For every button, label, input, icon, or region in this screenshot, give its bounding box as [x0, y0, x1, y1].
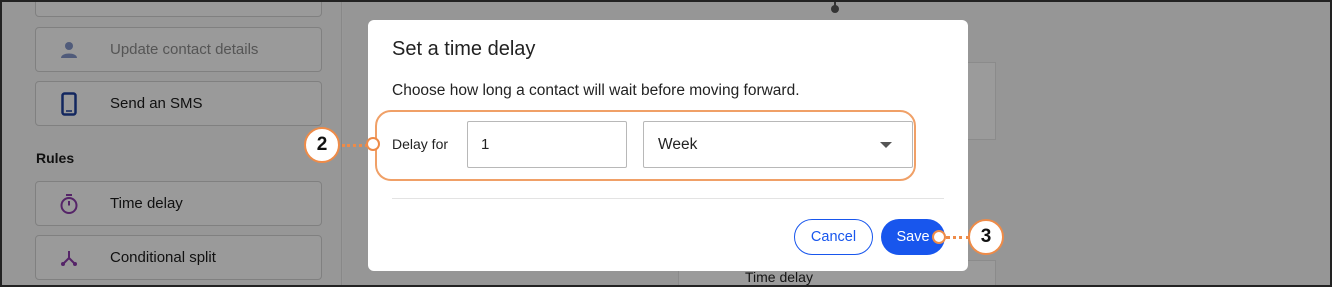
callout-connector-3: [946, 236, 970, 239]
modal-title: Set a time delay: [392, 38, 536, 60]
delay-amount-input[interactable]: [467, 121, 627, 168]
modal-divider: [392, 198, 944, 199]
delay-unit-value: Week: [658, 135, 698, 153]
callout-marker-2: [366, 137, 380, 151]
delay-label: Delay for: [392, 136, 449, 152]
callout-connector-2: [342, 144, 368, 147]
screenshot-frame: Update contact details Send an SMS Rules…: [0, 0, 1332, 287]
callout-badge-3: 3: [968, 219, 1004, 255]
callout-badge-2: 2: [304, 127, 340, 163]
delay-unit-select[interactable]: Week: [643, 121, 913, 168]
callout-marker-3: [932, 230, 946, 244]
time-delay-modal: Set a time delay Choose how long a conta…: [368, 20, 968, 271]
cancel-button[interactable]: Cancel: [794, 219, 873, 255]
modal-description: Choose how long a contact will wait befo…: [392, 82, 800, 99]
chevron-down-icon: [880, 142, 892, 148]
